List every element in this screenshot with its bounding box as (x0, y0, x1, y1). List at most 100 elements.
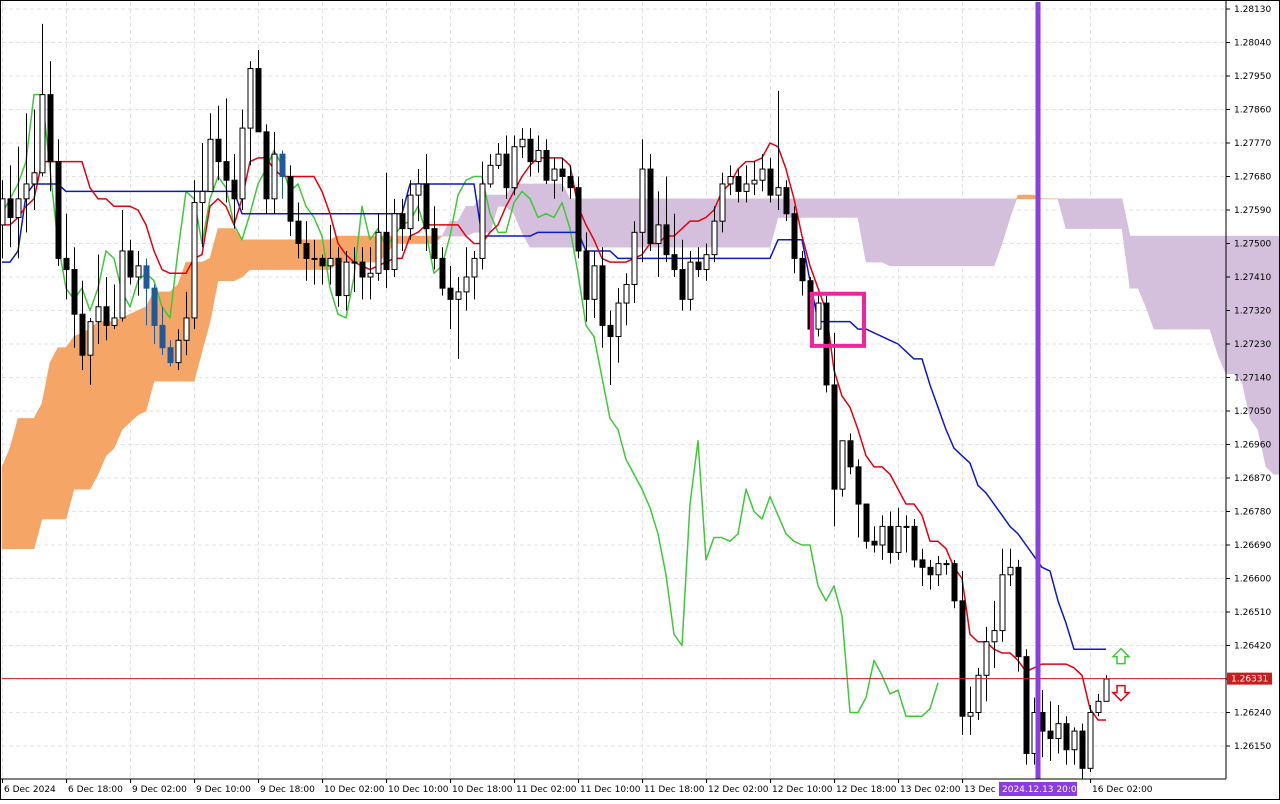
candle-body (111, 317, 118, 326)
candle-body (15, 198, 22, 218)
candle-body (703, 254, 710, 271)
time-tick-label: 11 Dec 10:00 (580, 785, 641, 795)
candle-body (335, 257, 342, 297)
candle-body (1023, 656, 1030, 754)
candle-body (1047, 730, 1054, 740)
cloud-segment (921, 198, 931, 267)
cloud-segment (17, 418, 27, 550)
candle-body (447, 287, 454, 300)
cloud-segment (1065, 198, 1075, 229)
time-tick-label: 12 Dec 02:00 (708, 785, 769, 795)
cloud-segment (465, 205, 475, 237)
candle-body (303, 243, 310, 259)
cloud-segment (953, 198, 963, 267)
cloud-segment (209, 228, 219, 322)
candle-body (159, 324, 166, 349)
candle-body (39, 94, 46, 174)
cloud-segment (1057, 198, 1067, 229)
price-tick-label: 1.27050 (1234, 407, 1271, 417)
cloud-segment (1017, 194, 1027, 200)
time-tick-label: 9 Dec 10:00 (196, 785, 251, 795)
cloud-segment (169, 283, 179, 382)
candle-body (655, 224, 662, 244)
candle-body (679, 269, 686, 300)
price-tick-label: 1.27230 (1234, 340, 1271, 350)
candle-body (1079, 730, 1086, 769)
candle-body (367, 272, 374, 278)
candle-body (1007, 566, 1014, 576)
time-tick-label: 10 Dec 02:00 (324, 785, 385, 795)
cloud-segment (121, 313, 131, 431)
candle-body (887, 525, 894, 553)
candle-body (263, 131, 270, 200)
candle-body (559, 168, 566, 178)
candle-body (719, 183, 726, 222)
candle-body (575, 187, 582, 252)
candle-body (127, 250, 134, 278)
cloud-segment (817, 198, 827, 218)
cloud-segment (513, 183, 523, 233)
candle-body (215, 138, 222, 163)
candle-body (799, 257, 806, 282)
candle-body (319, 257, 326, 267)
candle-body (983, 641, 990, 676)
cloud-segment (1193, 235, 1203, 330)
candle-body (63, 257, 70, 271)
cloud-segment (801, 198, 811, 218)
candle-body (1087, 712, 1094, 769)
candle-body (151, 287, 158, 326)
cloud-segment (769, 198, 779, 248)
candle-body (55, 161, 62, 259)
cloud-segment (809, 198, 819, 218)
price-tick-label: 1.26510 (1234, 608, 1271, 618)
chart-window[interactable]: 1.28130 1.28040 1.27950 1.27860 1.27770 1.276… (0, 0, 1280, 800)
cloud-segment (1097, 198, 1107, 229)
candle-body (327, 257, 334, 267)
cloud-segment (753, 198, 763, 248)
cloud-segment (257, 239, 267, 270)
candle-body (223, 161, 230, 181)
price-tick-label: 1.27140 (1234, 374, 1271, 384)
candle-body (87, 321, 94, 356)
cloud-segment (225, 228, 235, 282)
cloud-segment (897, 198, 907, 267)
candle-body (927, 566, 934, 576)
candle-body (511, 146, 518, 189)
candle-body (391, 213, 398, 271)
cloud-segment (1265, 235, 1275, 475)
time-tick-label: 6 Dec 18:00 (68, 785, 123, 795)
cloud-segment (1209, 235, 1219, 356)
cloud-segment (1105, 198, 1115, 229)
cloud-segment (977, 198, 987, 267)
candle-body (407, 194, 414, 230)
candle-body (135, 265, 142, 278)
candles-layer (0, 23, 1110, 780)
candle-body (583, 250, 590, 300)
cloud-segment (1201, 235, 1211, 330)
cloud-segment (833, 198, 843, 218)
candle-body (743, 183, 750, 192)
cloud-segment (1, 448, 11, 550)
candle-body (143, 265, 150, 289)
candle-body (455, 291, 462, 300)
candle-body (599, 265, 606, 326)
cloud-segment (1081, 198, 1091, 229)
candle-body (375, 231, 382, 274)
time-tick-label: 9 Dec 18:00 (260, 785, 315, 795)
cloud-segment (937, 198, 947, 267)
time-tick-label: 16 Dec 02:00 (1092, 785, 1153, 795)
candle-body (199, 190, 206, 204)
cloud-segment (865, 198, 875, 263)
price-tick-label: 1.27770 (1234, 139, 1271, 149)
price-tick-label: 1.27680 (1234, 173, 1271, 183)
cloud-segment (129, 310, 139, 423)
candle-body (695, 261, 702, 271)
candle-body (919, 559, 926, 568)
cloud-segment (65, 335, 75, 520)
grid-layer (2, 2, 1226, 779)
cloud-segment (281, 239, 291, 270)
time-tick-label: 12 Dec 10:00 (772, 785, 833, 795)
arrow-down-icon (1111, 684, 1131, 702)
ichimoku-candlestick-chart[interactable]: 1.28130 1.28040 1.27950 1.27860 1.27770 1.276… (0, 0, 1280, 800)
cloud-segment (609, 198, 619, 248)
